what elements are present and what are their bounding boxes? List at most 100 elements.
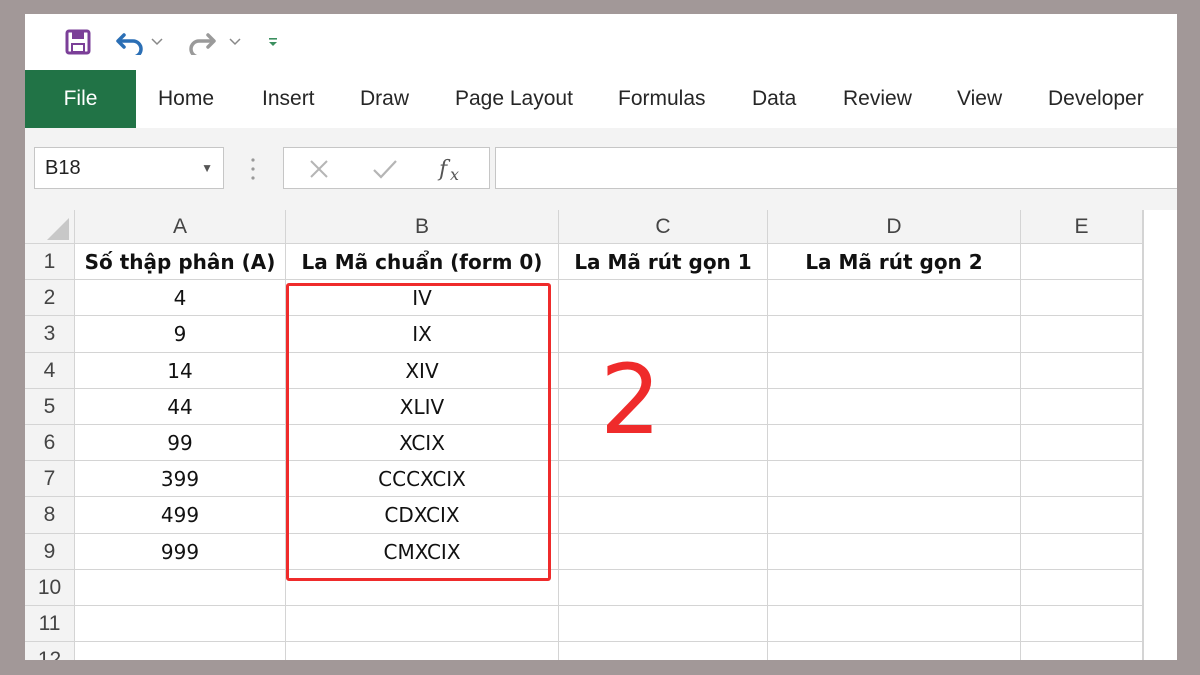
- cell[interactable]: [559, 388, 768, 425]
- cell[interactable]: [559, 606, 768, 643]
- cell[interactable]: IX: [286, 316, 559, 353]
- cell[interactable]: [559, 533, 768, 570]
- cell[interactable]: 14: [75, 352, 286, 389]
- cell[interactable]: [768, 352, 1021, 389]
- cell[interactable]: [1143, 497, 1144, 534]
- column-header-e[interactable]: E: [1021, 210, 1143, 244]
- tab-view[interactable]: View: [957, 70, 1002, 128]
- cell[interactable]: La Mã rút gọn 1: [559, 244, 768, 281]
- cell[interactable]: [1143, 533, 1144, 570]
- row-header[interactable]: 7: [25, 461, 75, 498]
- cell[interactable]: [286, 642, 559, 660]
- column-header-b[interactable]: B: [286, 210, 559, 244]
- cell[interactable]: [1021, 425, 1143, 462]
- cell[interactable]: [768, 280, 1021, 317]
- cell[interactable]: [559, 280, 768, 317]
- cell[interactable]: [1143, 388, 1144, 425]
- cell[interactable]: [559, 461, 768, 498]
- tab-file[interactable]: File: [25, 70, 136, 128]
- cell[interactable]: [768, 606, 1021, 643]
- cell[interactable]: IV: [286, 280, 559, 317]
- cell[interactable]: La Mã chuẩn (form 0): [286, 244, 559, 281]
- cell[interactable]: [1021, 244, 1143, 281]
- tab-insert[interactable]: Insert: [262, 70, 315, 128]
- tab-draw[interactable]: Draw: [360, 70, 409, 128]
- row-header[interactable]: 3: [25, 316, 75, 353]
- redo-dropdown[interactable]: [225, 22, 245, 62]
- tab-page-layout[interactable]: Page Layout: [455, 70, 573, 128]
- customize-qat-button[interactable]: [263, 22, 283, 62]
- cell[interactable]: [1021, 497, 1143, 534]
- cell[interactable]: [768, 388, 1021, 425]
- cell[interactable]: [1143, 642, 1144, 660]
- cell[interactable]: [1021, 642, 1143, 660]
- cell[interactable]: XLIV: [286, 388, 559, 425]
- cell[interactable]: [768, 425, 1021, 462]
- cell[interactable]: [559, 352, 768, 389]
- cell[interactable]: [1021, 569, 1143, 606]
- row-header[interactable]: 2: [25, 280, 75, 317]
- cell[interactable]: [286, 569, 559, 606]
- cell[interactable]: [1143, 569, 1144, 606]
- row-header[interactable]: 12: [25, 642, 75, 660]
- cell[interactable]: [768, 316, 1021, 353]
- cell[interactable]: [1021, 280, 1143, 317]
- cell[interactable]: [1143, 606, 1144, 643]
- cell[interactable]: [1021, 533, 1143, 570]
- cell[interactable]: [1021, 461, 1143, 498]
- cell[interactable]: [768, 497, 1021, 534]
- undo-dropdown[interactable]: [147, 22, 167, 62]
- cell[interactable]: La Mã rút gọn 2: [768, 244, 1021, 281]
- cell[interactable]: [559, 642, 768, 660]
- cell[interactable]: CCCXCIX: [286, 461, 559, 498]
- cell[interactable]: CMXCIX: [286, 533, 559, 570]
- tab-home[interactable]: Home: [158, 70, 214, 128]
- cell[interactable]: [559, 425, 768, 462]
- cell[interactable]: XCIX: [286, 425, 559, 462]
- row-header[interactable]: 1: [25, 244, 75, 281]
- row-header[interactable]: 9: [25, 533, 75, 570]
- cell[interactable]: 999: [75, 533, 286, 570]
- tab-data[interactable]: Data: [752, 70, 796, 128]
- cell[interactable]: [559, 316, 768, 353]
- cell[interactable]: [1143, 316, 1144, 353]
- column-header-d[interactable]: D: [768, 210, 1021, 244]
- insert-function-icon[interactable]: f x: [436, 154, 470, 184]
- cell[interactable]: [1021, 606, 1143, 643]
- cell[interactable]: XIV: [286, 352, 559, 389]
- cell[interactable]: [1021, 316, 1143, 353]
- cell[interactable]: CDXCIX: [286, 497, 559, 534]
- row-header[interactable]: 8: [25, 497, 75, 534]
- cell[interactable]: [1021, 388, 1143, 425]
- cell[interactable]: 499: [75, 497, 286, 534]
- cancel-icon[interactable]: [308, 158, 330, 180]
- cell[interactable]: 44: [75, 388, 286, 425]
- cell[interactable]: [768, 461, 1021, 498]
- row-header[interactable]: 11: [25, 606, 75, 643]
- tab-formulas[interactable]: Formulas: [618, 70, 706, 128]
- cell[interactable]: 99: [75, 425, 286, 462]
- cell[interactable]: [768, 569, 1021, 606]
- formula-input[interactable]: [495, 147, 1177, 189]
- cell[interactable]: [286, 606, 559, 643]
- undo-button[interactable]: [113, 22, 147, 62]
- cell[interactable]: [75, 606, 286, 643]
- drag-handle-icon[interactable]: [249, 154, 257, 184]
- cell[interactable]: [1143, 280, 1144, 317]
- enter-check-icon[interactable]: [372, 158, 398, 180]
- cell[interactable]: [768, 642, 1021, 660]
- tab-review[interactable]: Review: [843, 70, 912, 128]
- cell[interactable]: [1143, 352, 1144, 389]
- cell[interactable]: Số thập phân (A): [75, 244, 286, 281]
- select-all-button[interactable]: [25, 210, 75, 244]
- cell[interactable]: 399: [75, 461, 286, 498]
- chevron-down-icon[interactable]: ▼: [201, 148, 213, 188]
- tab-developer[interactable]: Developer: [1048, 70, 1144, 128]
- cell[interactable]: [768, 533, 1021, 570]
- redo-button[interactable]: [185, 22, 219, 62]
- cell[interactable]: [559, 569, 768, 606]
- cell[interactable]: [75, 569, 286, 606]
- cell[interactable]: 9: [75, 316, 286, 353]
- row-header[interactable]: 4: [25, 352, 75, 389]
- cell[interactable]: [75, 642, 286, 660]
